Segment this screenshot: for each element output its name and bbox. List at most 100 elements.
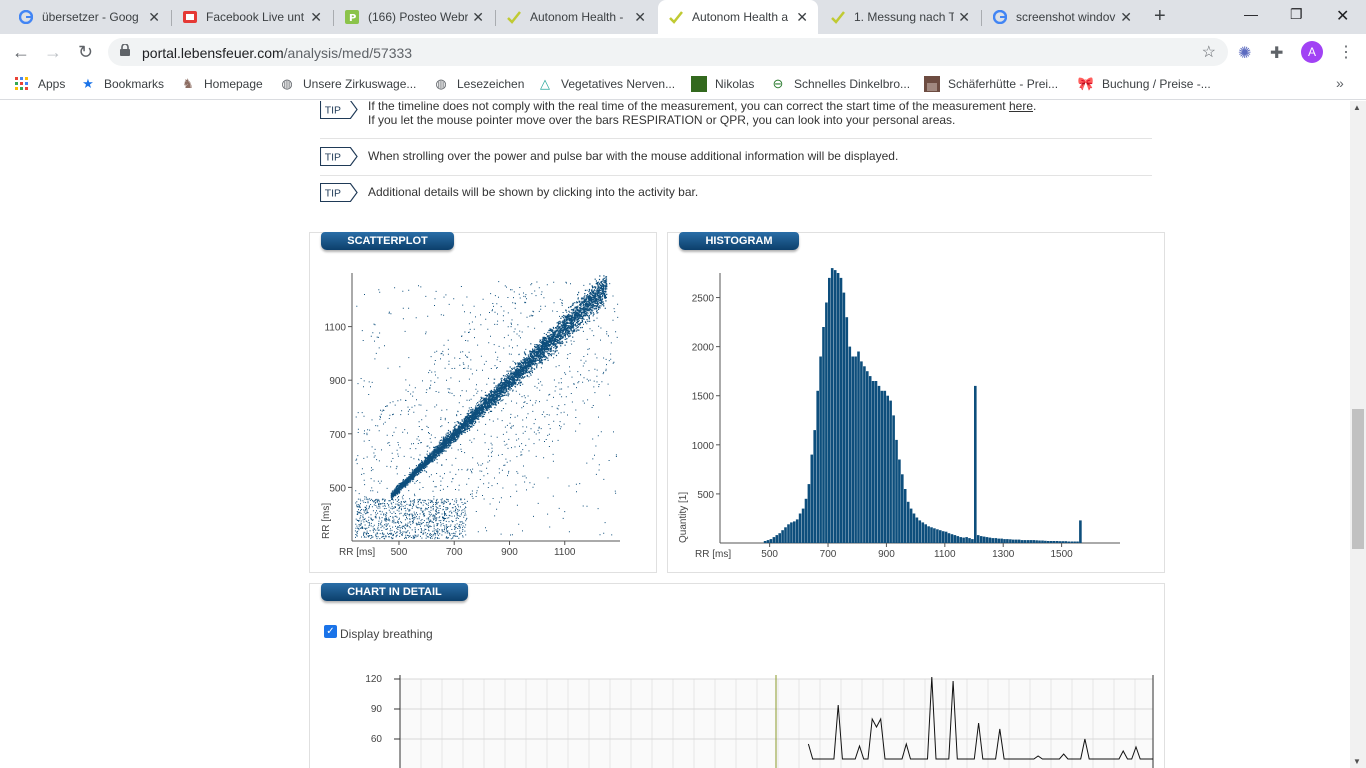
back-arrow-icon[interactable]: ← (12, 42, 30, 63)
tab-5[interactable]: Autonom Health a ✕ (658, 0, 818, 34)
tip-badge-text: TIP (325, 152, 341, 163)
y-tick-label: 2000 (692, 343, 715, 354)
here-link[interactable]: here (1009, 101, 1033, 113)
histogram-bar (921, 522, 925, 543)
histogram-bar (936, 529, 939, 543)
histogram-bar (1003, 539, 1006, 543)
histogram-bar (769, 539, 773, 543)
restore-button[interactable]: ❐ (1290, 6, 1303, 23)
posteo-icon: P (344, 9, 360, 25)
histogram-bar (798, 513, 802, 543)
triangle-icon: △ (540, 76, 550, 91)
tab-3[interactable]: P (166) Posteo Webr ✕ (334, 0, 494, 34)
bookmark-zirkuswagen[interactable]: ◍ Unsere Zirkuswage... (279, 76, 416, 92)
address-bar[interactable]: portal.lebensfeuer.com/analysis/med/5733… (108, 38, 1228, 66)
close-icon[interactable]: ✕ (310, 9, 322, 26)
histogram-bar (979, 536, 983, 543)
x-tick-label: 500 (761, 549, 778, 560)
histogram-bar (1012, 539, 1015, 543)
tip-row: TIP Additional details will be shown by … (320, 183, 1152, 205)
x-tick-label: 700 (820, 549, 837, 560)
histogram-bar (892, 415, 895, 543)
histogram-bar (787, 524, 790, 543)
x-tick-label: 900 (878, 549, 895, 560)
window-close-button[interactable]: ✕ (1336, 6, 1349, 26)
bookmark-bookmarks[interactable]: ★ Bookmarks (80, 76, 164, 92)
close-icon[interactable]: ✕ (796, 9, 808, 26)
avatar[interactable]: A (1301, 41, 1323, 63)
bookmark-buchung[interactable]: 🎀 Buchung / Preise -... (1078, 76, 1211, 92)
histogram-bar (845, 317, 849, 543)
histogram-bar (889, 400, 892, 543)
y-tick-label: 900 (329, 376, 346, 387)
extension-icon[interactable]: ✺ (1238, 43, 1251, 63)
bookmark-label: Schäferhütte - Prei... (948, 77, 1059, 91)
reload-icon[interactable]: ↻ (78, 42, 93, 63)
histogram-bar (1044, 540, 1047, 543)
display-breathing-label[interactable]: Display breathing (340, 627, 433, 641)
histogram-bar (1076, 541, 1079, 543)
tab-1[interactable]: übersetzer - Goog ✕ (8, 0, 170, 34)
histogram-bar (918, 520, 922, 543)
tab-2[interactable]: Facebook Live unt ✕ (172, 0, 332, 34)
y-tick-label: 500 (329, 483, 346, 494)
menu-icon[interactable]: ⋮ (1338, 42, 1354, 62)
scroll-down-icon[interactable]: ▼ (1353, 757, 1361, 766)
histogram-bar (1000, 538, 1003, 543)
histogram-panel: HISTOGRAM 500 700 900 1100 1300 1500 500 1000 15… (667, 232, 1165, 573)
close-icon[interactable]: ✕ (958, 9, 970, 26)
bookmark-lesezeichen[interactable]: ◍ Lesezeichen (433, 76, 524, 92)
scrollbar[interactable]: ▲ ▼ (1350, 101, 1366, 768)
close-icon[interactable]: ✕ (148, 9, 160, 26)
histogram-bar (939, 530, 942, 543)
tip-text: When strolling over the power and pulse … (368, 149, 899, 163)
autonom-health-icon (830, 9, 846, 25)
horse-icon: ♞ (182, 76, 194, 91)
x-tick-label: 1100 (934, 549, 956, 560)
bookmarks-overflow-icon[interactable]: » (1336, 75, 1344, 91)
histogram-chart[interactable]: 500 700 900 1100 1300 1500 500 1000 1500 2000 2500… (668, 233, 1164, 572)
histogram-bar (860, 361, 863, 543)
detail-chart[interactable]: 60 90 120 (356, 667, 1156, 768)
apps-grid-icon (14, 76, 30, 92)
minimize-button[interactable]: — (1244, 6, 1258, 22)
close-icon[interactable]: ✕ (1120, 9, 1132, 26)
browser-toolbar: ← → ↻ portal.lebensfeuer.com/analysis/me… (0, 34, 1366, 70)
bookmark-nikolas[interactable]: Nikolas (691, 76, 754, 92)
divider (320, 175, 1152, 176)
scatterplot-chart[interactable]: 500 700 900 1100 500 700 900 1100 RR [ms] RR [ms] (310, 233, 656, 572)
tab-6[interactable]: 1. Messung nach T ✕ (820, 0, 980, 34)
new-tab-button[interactable]: + (1154, 5, 1166, 28)
histogram-bar (991, 538, 995, 543)
histogram-bar (988, 537, 992, 543)
histogram-bar (877, 385, 881, 543)
display-breathing-checkbox[interactable]: ✓ (324, 625, 337, 638)
bookmark-label: Bookmarks (104, 77, 165, 91)
histogram-bar (1041, 540, 1044, 543)
scrollbar-thumb[interactable] (1352, 409, 1364, 549)
bookmark-homepage[interactable]: ♞ Homepage (180, 76, 263, 92)
bow-icon: 🎀 (1077, 76, 1095, 91)
histogram-bar (822, 327, 825, 543)
histogram-bar (950, 534, 954, 543)
forward-arrow-icon[interactable]: → (44, 42, 62, 63)
bookmark-apps[interactable]: Apps (14, 76, 65, 92)
bookmark-schaeferhuette[interactable]: Schäferhütte - Prei... (924, 76, 1058, 92)
histogram-bar (1052, 541, 1056, 543)
tab-4[interactable]: Autonom Health - ✕ (496, 0, 656, 34)
puzzle-icon[interactable]: ✚ (1270, 43, 1283, 63)
bookmark-vegetatives[interactable]: △ Vegetatives Nerven... (537, 76, 675, 92)
histogram-bar (880, 390, 884, 543)
bookmark-dinkelbrot[interactable]: ⊖ Schnelles Dinkelbro... (770, 76, 911, 92)
close-icon[interactable]: ✕ (634, 9, 646, 26)
histogram-bar (968, 538, 971, 543)
histogram-bar (781, 530, 784, 543)
close-icon[interactable]: ✕ (472, 9, 484, 26)
histogram-bar (915, 517, 919, 543)
histogram-bar (825, 302, 828, 543)
tip-text-line: If the timeline does not comply with the… (368, 101, 1009, 113)
scroll-up-icon[interactable]: ▲ (1353, 103, 1361, 112)
tab-title: 1. Messung nach T (854, 10, 954, 24)
bookmark-star-icon[interactable]: ☆ (1202, 42, 1216, 62)
tab-7[interactable]: screenshot windov ✕ (982, 0, 1142, 34)
